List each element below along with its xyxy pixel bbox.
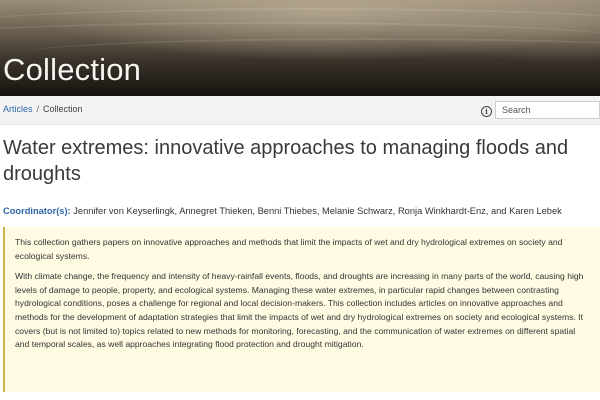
coordinators-label: Coordinator(s): [3, 206, 71, 216]
breadcrumb-current: Collection [43, 104, 83, 114]
breadcrumb: Articles / Collection [3, 104, 83, 114]
coordinators-line: Coordinator(s): Jennifer von Keyserlingk… [3, 206, 598, 216]
info-icon[interactable]: i [481, 106, 492, 117]
breadcrumb-articles-link[interactable]: Articles [3, 104, 33, 114]
coordinators-names: Jennifer von Keyserlingk, Annegret Thiek… [73, 206, 562, 216]
abstract-paragraph: This collection gathers papers on innova… [15, 237, 563, 261]
search-input[interactable] [495, 101, 600, 119]
collection-abstract: This collection gathers papers on innova… [3, 227, 600, 392]
breadcrumb-separator: / [36, 104, 40, 114]
abstract-paragraph: With climate change, the frequency and i… [15, 271, 584, 350]
banner-title: Collection [3, 52, 142, 87]
page-title: Water extremes: innovative approaches to… [3, 137, 569, 185]
header-banner: Collection [0, 0, 600, 96]
